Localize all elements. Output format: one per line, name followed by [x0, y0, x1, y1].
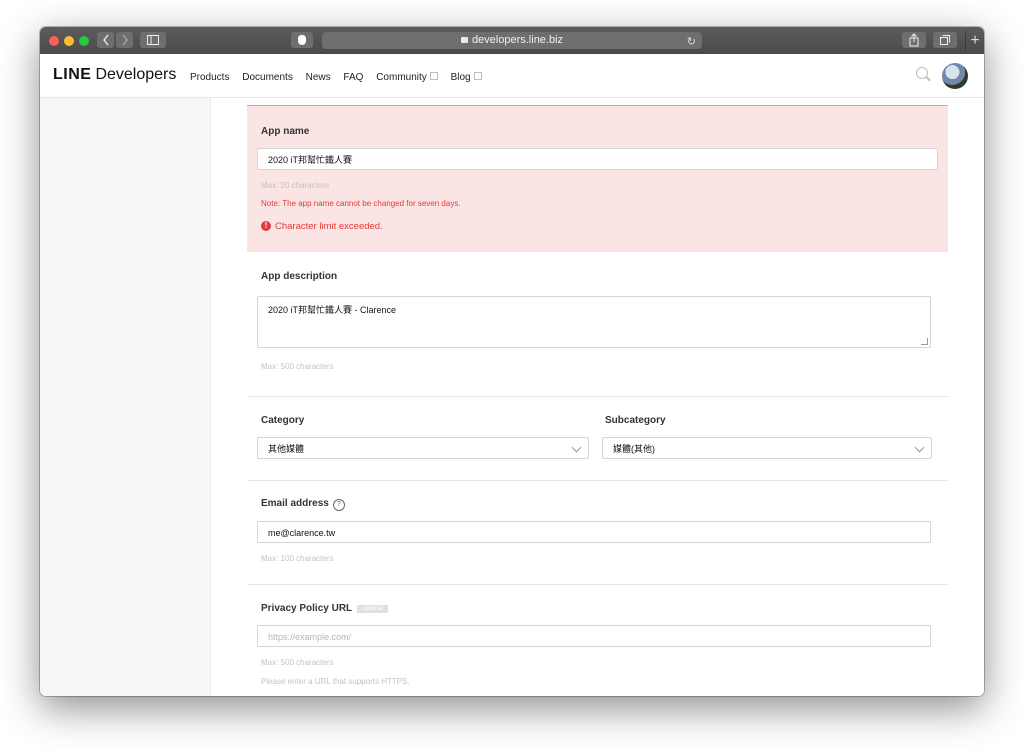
privacy-policy-label: Privacy Policy URL optional — [261, 603, 389, 614]
browser-titlebar: developers.line.biz ↻ + — [40, 27, 984, 55]
browser-window: developers.line.biz ↻ + LINE Developers P… — [40, 27, 984, 696]
search-icon[interactable] — [916, 67, 928, 79]
share-button[interactable] — [902, 32, 926, 48]
chevron-left-icon — [102, 34, 109, 46]
privacy-policy-https-hint: Please enter a URL that supports HTTPS. — [261, 677, 410, 686]
left-sidebar — [40, 98, 211, 696]
new-tab-button[interactable]: + — [965, 31, 984, 51]
chevron-down-icon — [571, 442, 582, 453]
category-label: Category — [261, 415, 305, 426]
external-link-icon — [429, 72, 438, 80]
privacy-policy-url-input[interactable]: https://example.com/ — [257, 625, 931, 647]
error-icon: ! — [261, 221, 271, 231]
app-description-value: 2020 iT邦幫忙鐵人賽 - Clarence — [268, 305, 397, 315]
site-header: LINE Developers Products Documents News F… — [40, 54, 984, 98]
form-content: App name 2020 iT邦幫忙鐵人賽 Max: 20 character… — [211, 98, 984, 696]
logo-line: LINE — [53, 66, 92, 83]
app-description-hint: Max: 500 characters — [261, 362, 334, 371]
external-link-icon — [473, 72, 482, 80]
email-field[interactable]: me@clarence.tw — [257, 521, 931, 543]
nav-blog[interactable]: Blog — [451, 72, 482, 83]
chevron-right-icon — [121, 34, 128, 46]
nav-blog-label: Blog — [450, 72, 471, 83]
subcategory-value: 媒體(其他) — [613, 444, 655, 454]
app-description-label: App description — [261, 271, 338, 282]
sidebar-icon — [147, 35, 159, 45]
logo-developers: Developers — [95, 66, 177, 83]
app-description-input[interactable]: 2020 iT邦幫忙鐵人賽 - Clarence — [257, 296, 931, 348]
category-value: 其他媒體 — [268, 444, 305, 454]
subcategory-select[interactable]: 媒體(其他) — [602, 437, 932, 459]
tabs-overview-button[interactable] — [933, 32, 957, 48]
avatar[interactable] — [942, 63, 968, 89]
email-section: Email address? me@clarence.tw Max: 100 c… — [247, 481, 948, 584]
app-name-section: App name 2020 iT邦幫忙鐵人賽 Max: 20 character… — [247, 105, 948, 252]
main-nav: Products Documents News FAQ Community Bl… — [190, 72, 492, 83]
address-bar[interactable]: developers.line.biz ↻ — [322, 32, 702, 49]
email-hint: Max: 100 characters — [261, 554, 334, 563]
url-text: developers.line.biz — [471, 34, 564, 46]
shield-icon — [298, 35, 306, 45]
app-description-section: App description 2020 iT邦幫忙鐵人賽 - Clarence… — [247, 258, 948, 388]
app-name-input[interactable]: 2020 iT邦幫忙鐵人賽 — [257, 148, 938, 170]
app-name-error: ! Character limit exceeded. — [261, 221, 383, 232]
reload-icon[interactable]: ↻ — [687, 34, 696, 51]
lock-icon — [460, 37, 468, 43]
category-section: Category 其他媒體 Subcategory 媒體(其他) — [247, 397, 948, 480]
email-label: Email address? — [261, 498, 345, 511]
email-label-text: Email address — [261, 498, 329, 509]
nav-news[interactable]: News — [306, 72, 331, 83]
chevron-down-icon — [914, 442, 925, 453]
optional-badge: optional — [357, 605, 389, 613]
tabs-icon — [940, 35, 950, 45]
app-name-error-text: Character limit exceeded. — [275, 221, 383, 232]
app-name-hint: Max: 20 characters — [261, 181, 330, 190]
site-logo[interactable]: LINE Developers — [53, 66, 176, 84]
app-name-note: Note: The app name cannot be changed for… — [261, 199, 461, 208]
help-icon[interactable]: ? — [332, 499, 345, 511]
minimize-window-button[interactable] — [64, 36, 74, 46]
category-select[interactable]: 其他媒體 — [257, 437, 589, 459]
privacy-policy-hint: Max: 500 characters — [261, 658, 334, 667]
nav-products[interactable]: Products — [190, 72, 229, 83]
nav-community[interactable]: Community — [376, 72, 438, 83]
nav-community-label: Community — [376, 72, 427, 83]
privacy-policy-section: Privacy Policy URL optional https://examp… — [247, 585, 948, 696]
nav-documents[interactable]: Documents — [242, 72, 293, 83]
forward-button[interactable] — [116, 32, 133, 48]
subcategory-label: Subcategory — [605, 415, 666, 426]
sidebar-toggle-button[interactable] — [140, 32, 166, 48]
privacy-shield-button[interactable] — [291, 32, 313, 48]
close-window-button[interactable] — [49, 36, 59, 46]
resize-handle-icon[interactable] — [921, 338, 928, 345]
privacy-policy-label-text: Privacy Policy URL — [261, 603, 353, 614]
app-name-label: App name — [261, 126, 310, 137]
zoom-window-button[interactable] — [79, 36, 89, 46]
nav-faq[interactable]: FAQ — [343, 72, 363, 83]
share-icon — [909, 33, 919, 47]
back-button[interactable] — [97, 32, 114, 48]
